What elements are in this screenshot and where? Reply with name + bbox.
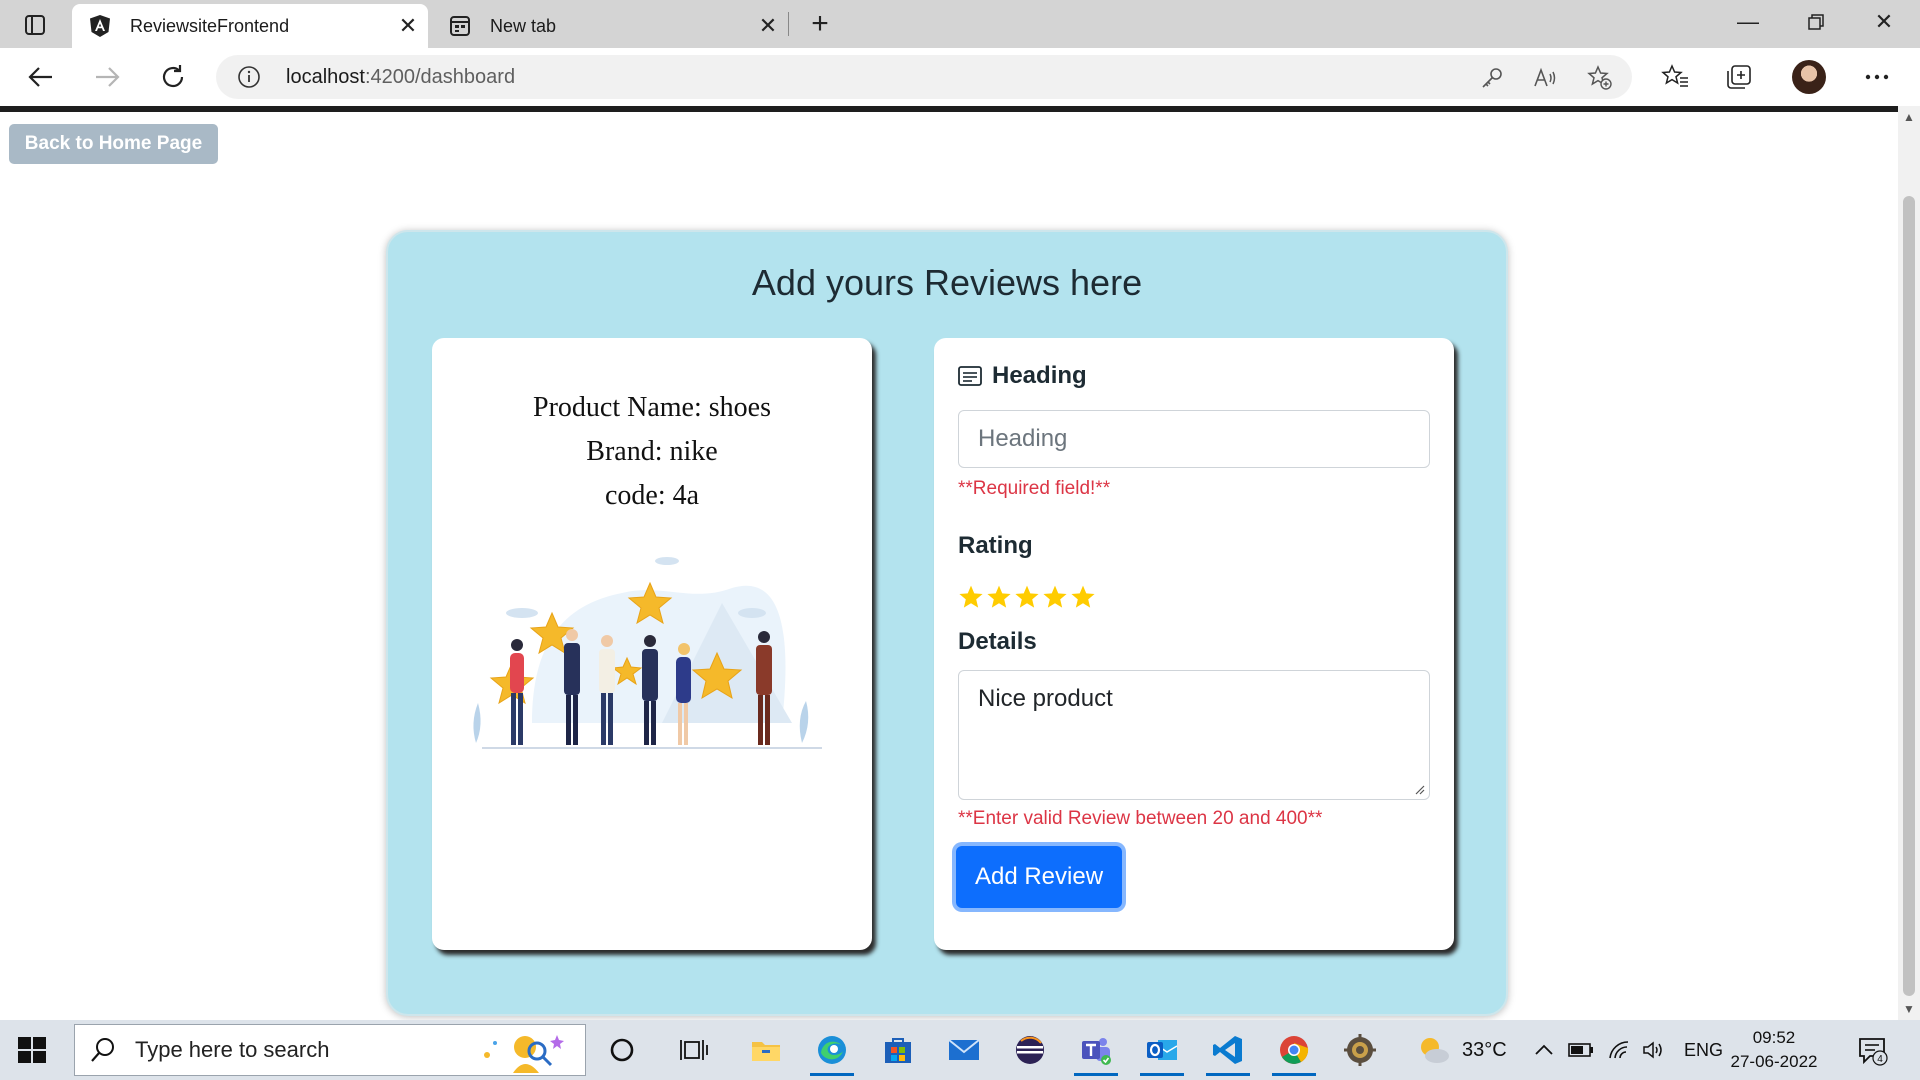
new-tab-button[interactable]: + — [800, 6, 840, 42]
product-info: Product Name: shoes Brand: nike code: 4a — [432, 386, 872, 518]
browser-tab-bar: ReviewsiteFrontend ✕ New tab ✕ + — ✕ — [0, 0, 1920, 48]
eclipse-icon[interactable] — [1004, 1024, 1056, 1076]
wifi-icon[interactable] — [1608, 1020, 1632, 1080]
panel-title: Add yours Reviews here — [751, 262, 1143, 303]
notifications-icon[interactable]: 4 — [1856, 1034, 1888, 1066]
restore-icon[interactable] — [1782, 0, 1850, 44]
vscode-icon[interactable] — [1202, 1024, 1254, 1076]
tab-actions-icon[interactable] — [12, 8, 58, 42]
weather-widget[interactable]: 33°C — [1416, 1020, 1507, 1080]
weather-temperature: 33°C — [1462, 1038, 1507, 1061]
profile-avatar[interactable] — [1792, 60, 1826, 94]
refresh-icon[interactable] — [152, 56, 194, 98]
url-host: localhost — [286, 65, 365, 88]
heading-input[interactable]: Heading — [958, 410, 1430, 468]
card-text-icon — [958, 363, 984, 389]
product-name: Product Name: shoes — [533, 392, 771, 423]
tab-title: ReviewsiteFrontend — [130, 15, 290, 36]
tab-close-icon[interactable]: ✕ — [748, 6, 788, 46]
details-value: Nice product — [978, 685, 1113, 712]
resize-handle-icon[interactable] — [1413, 783, 1425, 795]
review-stars-illustration — [473, 557, 822, 749]
star-icon[interactable] — [958, 584, 984, 610]
task-view-icon[interactable] — [668, 1024, 720, 1076]
outlook-icon[interactable] — [1136, 1024, 1188, 1076]
star-icon[interactable] — [1014, 584, 1040, 610]
heading-error: **Required field!** — [958, 478, 1111, 499]
clock-date: 27-06-2022 — [1730, 1052, 1818, 1071]
cortana-icon[interactable] — [596, 1024, 648, 1076]
show-hidden-icons-chevron-up-icon[interactable] — [1534, 1020, 1554, 1080]
review-form: Heading Heading **Required field!** Rati… — [934, 338, 1454, 950]
star-icon[interactable] — [986, 584, 1012, 610]
file-explorer-icon[interactable] — [740, 1024, 792, 1076]
scroll-up-arrow-icon[interactable]: ▲ — [1902, 110, 1916, 124]
battery-icon[interactable] — [1568, 1020, 1594, 1080]
clock-time: 09:52 — [1752, 1028, 1796, 1047]
back-to-home-button[interactable]: Back to Home Page — [9, 124, 218, 164]
page-scrollbar[interactable]: ▲ ▼ — [1898, 106, 1920, 1020]
browser-toolbar: localhost:4200/dashboard — [0, 48, 1920, 106]
search-icon — [91, 1038, 114, 1062]
angular-icon — [88, 14, 112, 38]
teams-icon[interactable] — [1070, 1024, 1122, 1076]
search-highlight-icon — [484, 1035, 564, 1073]
more-options-icon[interactable] — [1858, 58, 1896, 96]
windows-start-icon[interactable] — [16, 1034, 48, 1066]
windows-taskbar: Type here to search 33°C ENG 09:52 27-06… — [0, 1020, 1920, 1080]
tab-reviewsite[interactable]: ReviewsiteFrontend ✕ — [72, 4, 428, 48]
search-placeholder: Type here to search — [135, 1037, 330, 1062]
mail-icon[interactable] — [938, 1024, 990, 1076]
read-aloud-icon[interactable] — [1532, 64, 1560, 92]
collections-icon[interactable] — [1720, 58, 1758, 96]
url-path: :4200/dashboard — [364, 65, 516, 88]
star-icon[interactable] — [1070, 584, 1096, 610]
tab-separator — [788, 12, 789, 36]
heading-placeholder: Heading — [978, 425, 1068, 452]
add-favorite-icon[interactable] — [1586, 64, 1614, 92]
tab-title: New tab — [490, 15, 557, 36]
heading-label: Heading — [958, 362, 1087, 390]
back-arrow-icon[interactable] — [20, 56, 62, 98]
product-brand: Brand: nike — [586, 436, 718, 467]
edge-icon[interactable] — [806, 1024, 858, 1076]
review-panel: Add yours Reviews here Product Name: sho… — [386, 230, 1508, 1016]
tab-new-tab[interactable]: New tab ✕ — [432, 4, 788, 48]
key-icon[interactable] — [1478, 64, 1506, 92]
microsoft-store-icon[interactable] — [872, 1024, 924, 1076]
address-bar[interactable]: localhost:4200/dashboard — [216, 55, 1632, 99]
product-code: code: 4a — [604, 480, 700, 511]
chrome-icon[interactable] — [1268, 1024, 1320, 1076]
rating-stars[interactable] — [958, 584, 1096, 610]
weather-partly-cloudy-icon — [1421, 1038, 1449, 1063]
star-icon[interactable] — [1042, 584, 1068, 610]
minimize-icon[interactable]: — — [1714, 0, 1782, 44]
forward-arrow-icon[interactable] — [86, 56, 128, 98]
system-tool-icon[interactable] — [1334, 1024, 1386, 1076]
taskbar-clock[interactable]: 09:52 27-06-2022 — [1726, 1026, 1822, 1074]
scrollbar-thumb[interactable] — [1903, 196, 1915, 996]
new-tab-page-icon — [448, 14, 472, 38]
details-label: Details — [958, 628, 1037, 655]
tab-close-icon[interactable]: ✕ — [388, 6, 428, 46]
volume-icon[interactable] — [1642, 1020, 1666, 1080]
favorites-icon[interactable] — [1656, 58, 1694, 96]
notification-count: 4 — [1877, 1054, 1883, 1065]
rating-label: Rating — [958, 532, 1033, 559]
taskbar-search-box[interactable]: Type here to search — [74, 1024, 586, 1076]
window-close-icon[interactable]: ✕ — [1850, 0, 1918, 44]
add-review-button[interactable]: Add Review — [956, 846, 1122, 908]
heading-label-text: Heading — [992, 362, 1087, 389]
details-error: **Enter valid Review between 20 and 400*… — [958, 808, 1323, 829]
scroll-down-arrow-icon[interactable]: ▼ — [1902, 1002, 1916, 1016]
page-viewport: Back to Home Page Add yours Reviews here… — [0, 112, 1898, 1020]
url-text: localhost:4200/dashboard — [286, 66, 515, 89]
site-info-icon[interactable] — [236, 64, 262, 90]
product-card: Product Name: shoes Brand: nike code: 4a — [432, 338, 872, 950]
details-textarea[interactable]: Nice product — [958, 670, 1430, 800]
input-language[interactable]: ENG — [1684, 1020, 1723, 1080]
